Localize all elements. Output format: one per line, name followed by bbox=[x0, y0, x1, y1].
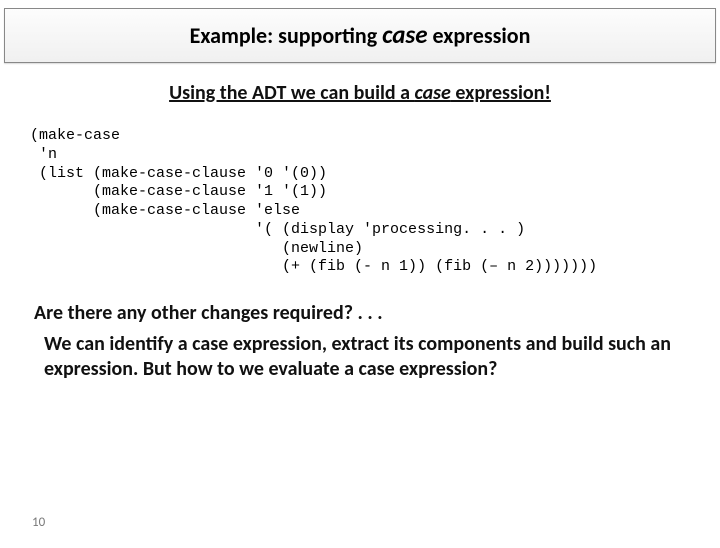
question-text: Are there any other changes required? . … bbox=[34, 301, 686, 326]
answer-text: We can identify a case expression, extra… bbox=[44, 332, 686, 382]
slide-title-bar: Example: supporting case expression bbox=[4, 8, 716, 63]
code-block: (make-case 'n (list (make-case-clause '0… bbox=[30, 127, 720, 277]
page-number: 10 bbox=[32, 515, 45, 530]
subtitle-keyword: case bbox=[415, 81, 451, 105]
title-pre: Example: supporting bbox=[190, 22, 383, 49]
title-post: expression bbox=[428, 22, 531, 49]
title-keyword: case bbox=[382, 19, 427, 50]
slide-title: Example: supporting case expression bbox=[190, 22, 531, 49]
subtitle-post: expression! bbox=[451, 81, 551, 105]
subtitle-pre: Using the ADT we can build a bbox=[169, 81, 414, 105]
slide-subtitle: Using the ADT we can build a case expres… bbox=[0, 81, 720, 105]
